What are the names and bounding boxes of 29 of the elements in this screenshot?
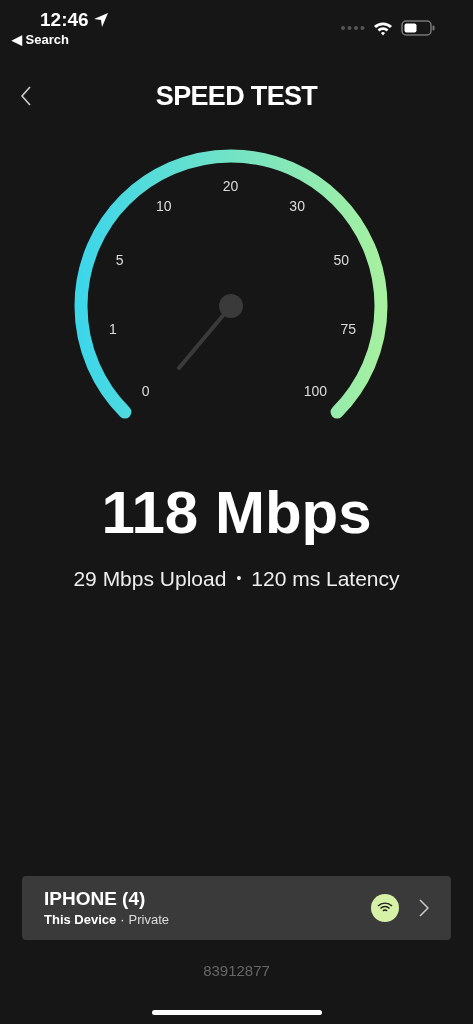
latency: 120 ms Latency xyxy=(251,566,400,592)
gauge-scale-label: 30 xyxy=(289,199,305,214)
upload-speed: 29 Mbps Upload xyxy=(73,566,227,592)
back-to-search-link[interactable]: ◀ Search xyxy=(12,32,109,48)
gauge-scale-label: 20 xyxy=(222,179,239,193)
gauge-scale-label: 100 xyxy=(303,383,327,398)
gauge-scale-label: 1 xyxy=(108,322,117,337)
back-chevron-icon[interactable] xyxy=(20,86,32,106)
wifi-status-icon xyxy=(371,893,399,922)
page-title: SPEED TEST xyxy=(155,79,318,113)
gauge-scale-label: 50 xyxy=(333,253,350,268)
signal-dots-icon xyxy=(341,26,365,30)
status-time: 12:46 xyxy=(40,8,89,32)
gauge-scale-label: 10 xyxy=(156,199,172,214)
download-speed: 118 Mbps xyxy=(100,483,373,543)
network-type: Private xyxy=(128,910,170,929)
battery-icon xyxy=(401,20,435,36)
separator-dot: • xyxy=(236,569,242,589)
device-name: IPHONE (4) xyxy=(44,886,147,911)
device-card[interactable]: IPHONE (4) This Device · Private xyxy=(22,875,451,940)
device-role: This Device xyxy=(44,910,117,929)
gauge-scale-label: 75 xyxy=(340,322,356,337)
gauge-scale-label: 0 xyxy=(141,383,150,398)
separator-dot: · xyxy=(120,910,125,929)
wifi-icon xyxy=(373,20,393,36)
device-code: 83912877 xyxy=(202,960,271,981)
location-arrow-icon xyxy=(92,12,109,28)
chevron-right-icon xyxy=(419,898,429,917)
gauge-scale-label: 5 xyxy=(115,253,124,268)
